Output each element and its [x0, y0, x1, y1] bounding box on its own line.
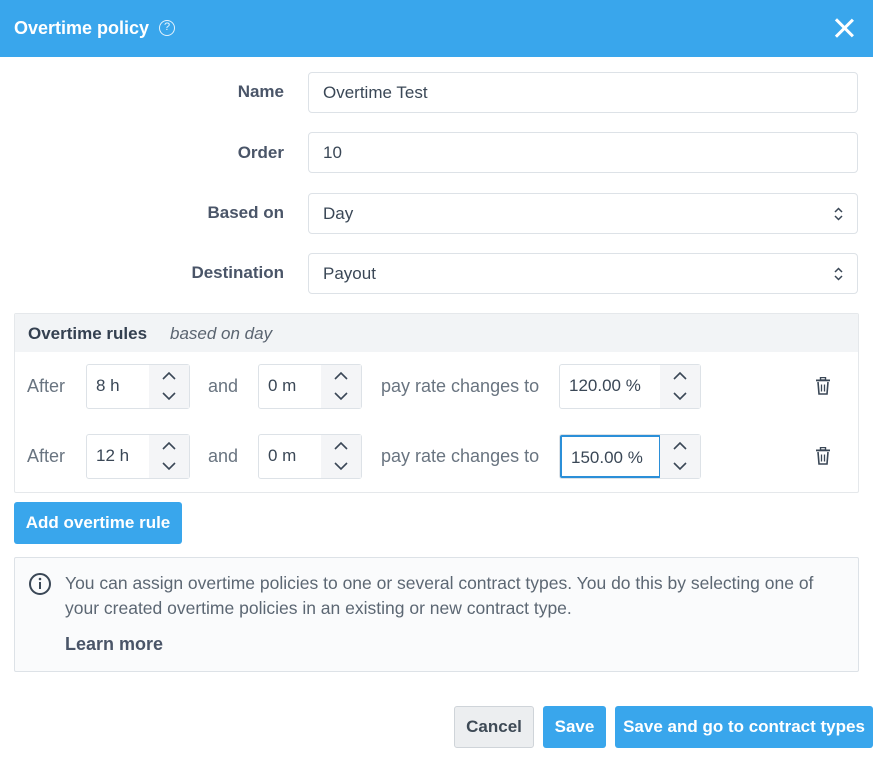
dialog-header: Overtime policy ?	[0, 0, 873, 57]
chevron-up-icon[interactable]	[334, 441, 348, 450]
chevron-down-icon[interactable]	[162, 462, 176, 471]
rule-after-label: After	[27, 376, 66, 396]
hours-stepper[interactable]: 12 h	[86, 434, 190, 479]
name-input[interactable]: Overtime Test	[308, 72, 858, 113]
info-box: You can assign overtime policies to one …	[14, 557, 859, 672]
chevron-up-icon[interactable]	[162, 441, 176, 450]
hours-input[interactable]: 12 h	[87, 435, 150, 478]
chevron-up-icon[interactable]	[334, 371, 348, 380]
name-label: Name	[237, 82, 284, 101]
close-icon[interactable]	[832, 16, 856, 40]
order-input[interactable]: 10	[308, 132, 858, 173]
chevron-up-icon[interactable]	[673, 371, 687, 380]
destination-value: Payout	[323, 264, 376, 283]
trash-icon[interactable]	[815, 377, 831, 395]
chevron-up-icon[interactable]	[162, 371, 176, 380]
rule-changes-label: pay rate changes to	[381, 446, 540, 466]
info-icon	[29, 573, 51, 595]
help-icon[interactable]: ?	[159, 20, 175, 36]
hours-input[interactable]: 8 h	[87, 365, 150, 408]
stepper-buttons[interactable]	[321, 365, 361, 408]
based-on-value: Day	[323, 204, 354, 223]
select-chevrons-icon	[834, 267, 843, 281]
destination-select[interactable]: Payout	[308, 253, 858, 294]
rate-input[interactable]: 120.00 %	[560, 365, 661, 408]
minutes-input[interactable]: 0 m	[259, 435, 322, 478]
overtime-rules-title: Overtime rules	[28, 324, 148, 343]
save-and-go-button[interactable]: Save and go to contract types	[615, 706, 873, 748]
chevron-down-icon[interactable]	[334, 462, 348, 471]
rate-input[interactable]: 150.00 %	[560, 435, 661, 478]
chevron-down-icon[interactable]	[673, 392, 687, 401]
order-label: Order	[237, 143, 284, 162]
chevron-down-icon[interactable]	[673, 462, 687, 471]
chevron-up-icon[interactable]	[673, 441, 687, 450]
stepper-buttons[interactable]	[660, 435, 700, 478]
stepper-buttons[interactable]	[660, 365, 700, 408]
add-overtime-rule-button[interactable]: Add overtime rule	[14, 502, 182, 544]
rule-changes-label: pay rate changes to	[381, 376, 540, 396]
minutes-stepper[interactable]: 0 m	[258, 364, 362, 409]
stepper-buttons[interactable]	[149, 435, 189, 478]
select-chevrons-icon	[834, 207, 843, 221]
info-message: You can assign overtime policies to one …	[65, 573, 814, 618]
overtime-rules-header: Overtime rules based on day	[15, 314, 858, 352]
stepper-buttons[interactable]	[149, 365, 189, 408]
rate-stepper[interactable]: 120.00 %	[559, 364, 701, 409]
stepper-buttons[interactable]	[321, 435, 361, 478]
hours-stepper[interactable]: 8 h	[86, 364, 190, 409]
cancel-button[interactable]: Cancel	[454, 706, 534, 748]
overtime-rules-subtitle: based on day	[170, 324, 273, 343]
trash-icon[interactable]	[815, 447, 831, 465]
rate-stepper[interactable]: 150.00 %	[559, 434, 701, 479]
save-button[interactable]: Save	[543, 706, 606, 748]
rule-and-label: and	[208, 446, 239, 466]
chevron-down-icon[interactable]	[334, 392, 348, 401]
based-on-select[interactable]: Day	[308, 193, 858, 234]
learn-more-link[interactable]: Learn more	[65, 634, 163, 655]
dialog-title: Overtime policy	[14, 18, 150, 38]
minutes-stepper[interactable]: 0 m	[258, 434, 362, 479]
rule-after-label: After	[27, 446, 66, 466]
destination-label: Destination	[191, 263, 284, 282]
chevron-down-icon[interactable]	[162, 392, 176, 401]
rule-and-label: and	[208, 376, 239, 396]
minutes-input[interactable]: 0 m	[259, 365, 322, 408]
based-on-label: Based on	[207, 203, 284, 222]
